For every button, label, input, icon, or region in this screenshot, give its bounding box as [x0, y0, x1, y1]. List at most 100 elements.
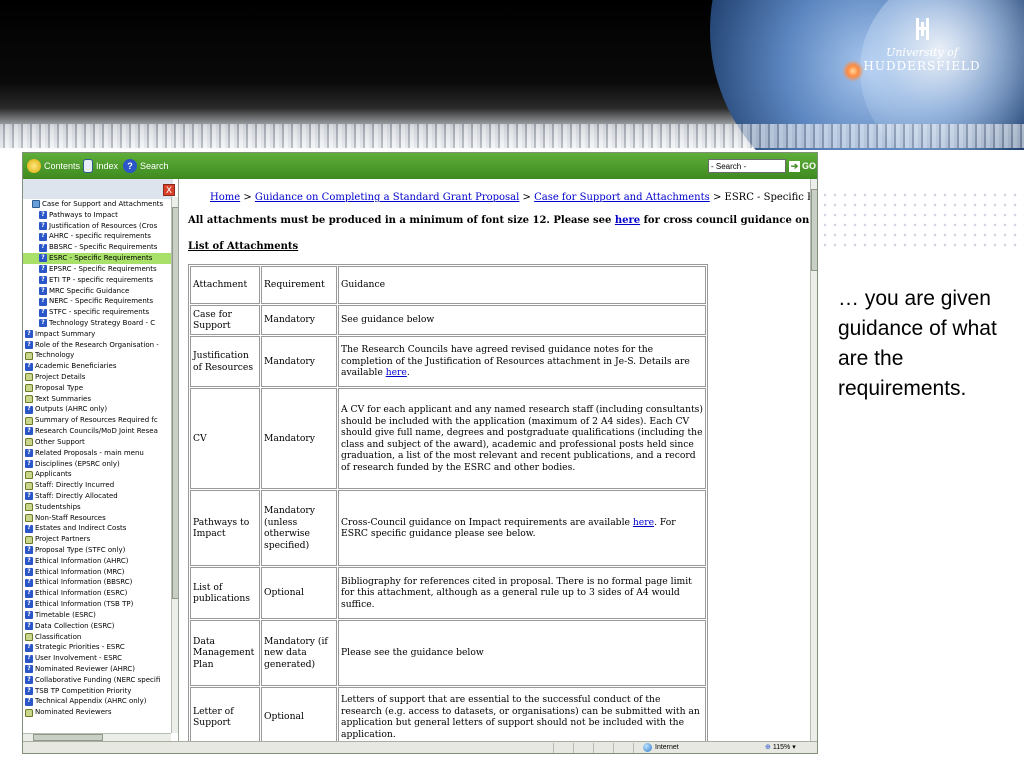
tree-item-label: ESRC - Specific Requirements — [49, 254, 153, 263]
tree-item[interactable]: ? Ethical Information (MRC) — [23, 567, 173, 578]
tree-item[interactable]: ? Proposal Type (STFC only) — [23, 545, 173, 556]
tree-item[interactable]: Applicants — [23, 469, 173, 480]
tree-item[interactable]: Project Partners — [23, 534, 173, 545]
tree-item[interactable]: Other Support — [23, 437, 173, 448]
tree-item[interactable]: ? BBSRC - Specific Requirements — [23, 242, 173, 253]
tree-item[interactable]: ? Nominated Reviewer (AHRC) — [23, 664, 173, 675]
breadcrumb-case-link[interactable]: Case for Support and Attachments — [534, 192, 710, 203]
tree-item[interactable]: ? Staff: Directly Allocated — [23, 491, 173, 502]
tree-scroll-thumb[interactable] — [172, 207, 178, 599]
help-icon: ? — [25, 427, 33, 436]
tree-item-label: Timetable (ESRC) — [35, 610, 96, 619]
help-icon: ? — [39, 211, 47, 220]
tree-item[interactable]: ? Disciplines (EPSRC only) — [23, 459, 173, 470]
tree-item[interactable]: Staff: Directly Incurred — [23, 480, 173, 491]
breadcrumb-separator: > — [709, 192, 725, 203]
tree-item[interactable]: Proposal Type — [23, 383, 173, 394]
close-pane-button[interactable]: X — [163, 184, 175, 196]
tree-item[interactable]: ? Role of the Research Organisation - — [23, 340, 173, 351]
decorative-dots — [820, 190, 1024, 250]
tree-item[interactable]: ? Technical Appendix (AHRC only) — [23, 696, 173, 707]
tree-item[interactable]: Nominated Reviewers — [23, 707, 173, 718]
university-logo: University of HUDDERSFIELD — [862, 16, 982, 73]
guidance-here-link[interactable]: here — [633, 517, 654, 528]
tree-item[interactable]: Text Summaries — [23, 394, 173, 405]
content-vertical-scrollbar[interactable] — [810, 179, 817, 741]
breadcrumb-home-link[interactable]: Home — [210, 192, 240, 203]
tree-hscroll-thumb[interactable] — [33, 734, 103, 741]
tree-item[interactable]: ? MRC Specific Guidance — [23, 286, 173, 297]
breadcrumb-guidance-link[interactable]: Guidance on Completing a Standard Grant … — [255, 192, 519, 203]
tree-item[interactable]: ? Strategic Priorities - ESRC — [23, 642, 173, 653]
tree-item[interactable]: ? Ethical Information (ESRC) — [23, 588, 173, 599]
tree-item[interactable]: ? Estates and Indirect Costs — [23, 523, 173, 534]
tree-item[interactable]: ? Pathways to Impact — [23, 210, 173, 221]
tree-item[interactable]: ? AHRC - specific requirements — [23, 231, 173, 242]
cell-attachment: List of publications — [190, 567, 260, 619]
notice-here-link[interactable]: here — [615, 215, 640, 226]
notice-text: All attachments must be produced in a mi… — [188, 215, 615, 226]
tree-item[interactable]: ? Impact Summary — [23, 329, 173, 340]
tree-item-label: User Involvement - ESRC — [35, 654, 123, 663]
tree-item-label: Justification of Resources (Cros — [49, 221, 158, 230]
tree-item[interactable]: Case for Support and Attachments — [23, 199, 173, 210]
tree-item[interactable]: ? NERC - Specific Requirements — [23, 296, 173, 307]
tree-item-label: Staff: Directly Incurred — [35, 481, 115, 490]
search-tab[interactable]: ? Search — [123, 158, 169, 174]
tree-item[interactable]: ? ETI TP - specific requirements — [23, 275, 173, 286]
tree-item-label: Ethical Information (AHRC) — [35, 556, 129, 565]
tree-item-label: Research Councils/MoD Joint Resea — [35, 427, 158, 436]
tree-item[interactable]: ? EPSRC - Specific Requirements — [23, 264, 173, 275]
tree-item[interactable]: Classification — [23, 632, 173, 643]
tree-item[interactable]: Non-Staff Resources — [23, 513, 173, 524]
cell-requirement: Mandatory (unless otherwise specified) — [261, 490, 337, 566]
tree-item-label: Project Partners — [35, 535, 91, 544]
tree-item[interactable]: ? Research Councils/MoD Joint Resea — [23, 426, 173, 437]
tree-item-label: Project Details — [35, 373, 86, 381]
help-icon: ? — [25, 643, 33, 652]
tree-item[interactable]: ? Outputs (AHRC only) — [23, 404, 173, 415]
tree-item[interactable]: ? Related Proposals - main menu — [23, 448, 173, 459]
cell-attachment: Case for Support — [190, 305, 260, 335]
index-tab[interactable]: Index — [83, 158, 118, 174]
help-icon: ? — [39, 254, 47, 263]
tree-horizontal-scrollbar[interactable] — [23, 733, 171, 741]
tree-item-label: TSB TP Competition Priority — [35, 686, 132, 695]
arrow-right-icon: ➔ — [789, 160, 800, 172]
help-icon: ? — [25, 697, 33, 706]
tree-item[interactable]: ? Ethical Information (AHRC) — [23, 556, 173, 567]
tree-item[interactable]: ? Ethical Information (BBSRC) — [23, 577, 173, 588]
tree-vertical-scrollbar[interactable] — [171, 197, 178, 733]
tree-item[interactable]: ? Data Collection (ESRC) — [23, 621, 173, 632]
tree-item[interactable]: ? Collaborative Funding (NERC specifi — [23, 675, 173, 686]
tree-item[interactable]: ? TSB TP Competition Priority — [23, 686, 173, 697]
tree-item[interactable]: ? Academic Beneficiaries — [23, 361, 173, 372]
tree-item[interactable]: ? Timetable (ESRC) — [23, 610, 173, 621]
tree-item[interactable]: ? Justification of Resources (Cros — [23, 221, 173, 232]
content-scroll-thumb[interactable] — [811, 189, 817, 271]
tree-item-label: BBSRC - Specific Requirements — [49, 243, 158, 252]
guidance-text-end: . — [406, 367, 410, 379]
zoom-control[interactable]: ⊕ 115% ▾ — [765, 743, 796, 752]
table-row: Justification of Resources Mandatory The R… — [190, 336, 706, 387]
tree-list: Case for Support and Attachments? Pathway… — [23, 199, 173, 718]
search-input[interactable]: - Search - — [708, 159, 786, 173]
tree-item[interactable]: Summary of Resources Required fc — [23, 415, 173, 426]
guidance-here-link[interactable]: here — [386, 367, 407, 378]
tree-item[interactable]: ? Technology Strategy Board - C — [23, 318, 173, 329]
tree-item[interactable]: ? ESRC - Specific Requirements — [23, 253, 173, 264]
cell-attachment: Data Management Plan — [190, 620, 260, 686]
tree-item-label: Pathways to Impact — [49, 210, 118, 219]
tree-item[interactable]: Project Details — [23, 372, 173, 383]
tree-item[interactable]: Studentships — [23, 502, 173, 513]
tree-item[interactable]: ? Ethical Information (TSB TP) — [23, 599, 173, 610]
contents-tab[interactable]: Contents — [27, 158, 80, 174]
go-button[interactable]: ➔ GO — [789, 158, 816, 174]
tree-item[interactable]: ? User Involvement - ESRC — [23, 653, 173, 664]
folder-icon — [25, 470, 33, 479]
tree-item[interactable]: Technology — [23, 350, 173, 361]
security-zone: Internet — [643, 743, 679, 752]
table-row: Data Management Plan Mandatory (if new da… — [190, 620, 706, 686]
tree-item[interactable]: ? STFC - specific requirements — [23, 307, 173, 318]
cell-attachment: Pathways to Impact — [190, 490, 260, 566]
